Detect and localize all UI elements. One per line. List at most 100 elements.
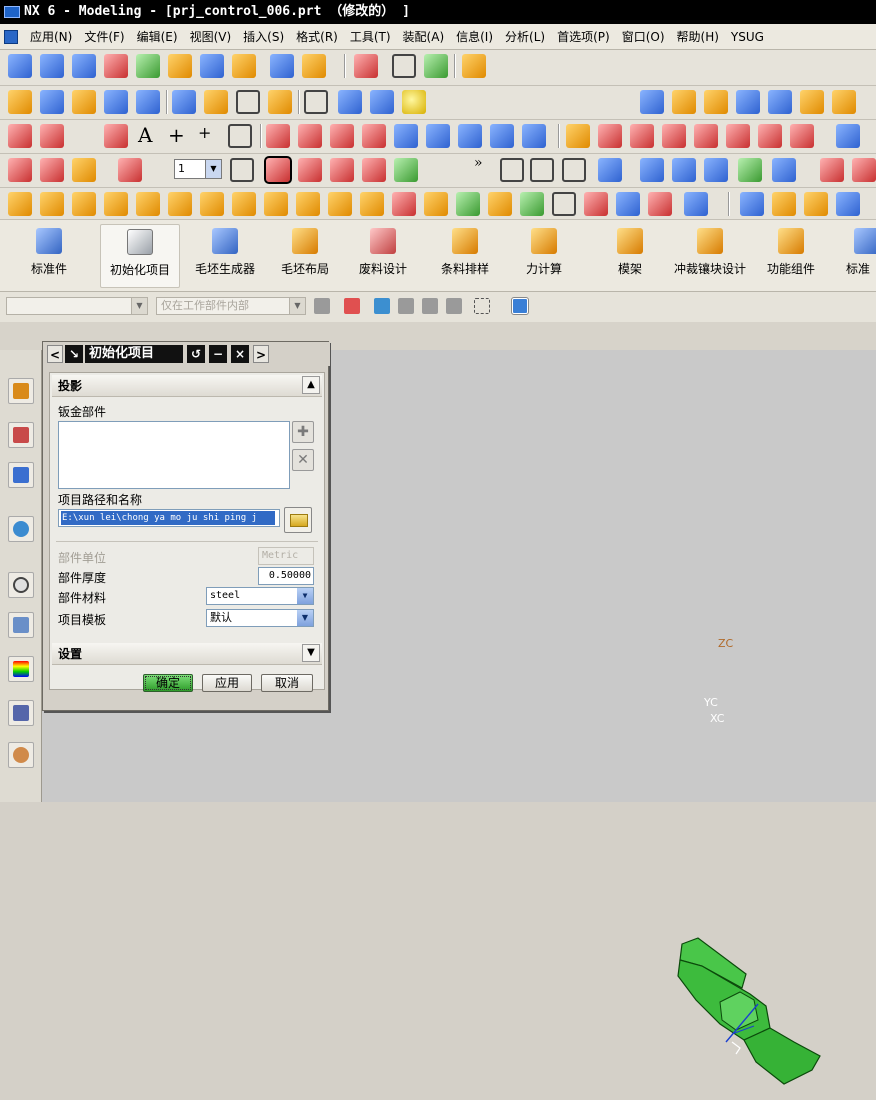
color-palette-tab[interactable]: [8, 656, 34, 682]
snap-point-icon[interactable]: [344, 298, 360, 314]
view-cube-icon[interactable]: [836, 124, 860, 148]
menu-item-edit[interactable]: 编辑(E): [131, 24, 184, 50]
chevron-down-icon[interactable]: ▼: [297, 610, 313, 626]
filter-settings-icon[interactable]: [314, 298, 330, 314]
dialog-arrow-icon[interactable]: ↘: [65, 345, 83, 363]
chevron-up-icon[interactable]: ▲: [302, 376, 320, 394]
top-view-icon[interactable]: [704, 158, 728, 182]
block-icon[interactable]: [172, 90, 196, 114]
pad-icon[interactable]: [268, 90, 292, 114]
cancel-button[interactable]: 取消: [261, 674, 313, 692]
arrow-icon[interactable]: [394, 158, 418, 182]
hole-icon[interactable]: [104, 90, 128, 114]
mesh-surface-icon[interactable]: [72, 54, 96, 78]
sheetmetal-bend-icon[interactable]: [704, 90, 728, 114]
ribbon-strip-layout[interactable]: 条料排样: [432, 224, 498, 288]
ribbon-function-component[interactable]: 功能组件: [760, 224, 822, 288]
rectangle-sheet-icon[interactable]: [392, 54, 416, 78]
die-tool-icon[interactable]: [584, 192, 608, 216]
feature-filter-icon[interactable]: [398, 298, 414, 314]
split-curve-icon[interactable]: [598, 124, 622, 148]
die-tool-icon[interactable]: [40, 192, 64, 216]
length-icon[interactable]: [726, 124, 750, 148]
ribbon-standard-cut[interactable]: 标准: [840, 224, 876, 288]
datum-icon[interactable]: [40, 158, 64, 182]
menu-item-analysis[interactable]: 分析(L): [499, 24, 551, 50]
orient-view-icon[interactable]: [738, 158, 762, 182]
die-tool-icon[interactable]: [520, 192, 544, 216]
bridge-curve-icon[interactable]: [330, 124, 354, 148]
screen-view-icon[interactable]: [562, 158, 586, 182]
minimize-icon[interactable]: −: [209, 345, 227, 363]
die-tool-icon[interactable]: [488, 192, 512, 216]
web-browser-tab[interactable]: [8, 516, 34, 542]
point-set-icon[interactable]: +: [198, 123, 211, 142]
chevron-down-icon[interactable]: ▼: [302, 644, 320, 662]
menu-item-tools[interactable]: 工具(T): [344, 24, 397, 50]
sew-icon[interactable]: [462, 54, 486, 78]
body-filter-icon[interactable]: [422, 298, 438, 314]
die-tool-icon[interactable]: [552, 192, 576, 216]
bounded-plane-icon[interactable]: [354, 54, 378, 78]
extract-curve-icon[interactable]: [458, 124, 482, 148]
cylinder-feature-icon[interactable]: [136, 90, 160, 114]
constraint-icon[interactable]: [298, 158, 322, 182]
browse-folder-button[interactable]: [284, 507, 312, 533]
section-projection-header[interactable]: 投影 ▲: [52, 375, 322, 397]
pocket-icon[interactable]: [236, 90, 260, 114]
die-tool-icon[interactable]: [392, 192, 416, 216]
section-settings-header[interactable]: 设置 ▼: [52, 643, 322, 665]
app-menu-icon[interactable]: [4, 29, 18, 44]
face-filter-icon[interactable]: [446, 298, 462, 314]
wcs-icon[interactable]: [530, 158, 554, 182]
menu-item-format[interactable]: 格式(R): [290, 24, 344, 50]
move-icon[interactable]: [362, 158, 386, 182]
rotate-view-icon[interactable]: [772, 158, 796, 182]
cursor-icon[interactable]: [426, 158, 450, 182]
die-tool-icon[interactable]: [684, 192, 708, 216]
layer-number-box[interactable]: 1 ▼: [174, 159, 222, 179]
part-thickness-input[interactable]: 0.50000: [258, 567, 314, 585]
front-view-icon[interactable]: [672, 158, 696, 182]
ribbon-blank-generator[interactable]: 毛坯生成器: [188, 224, 262, 288]
intersection-curve-icon[interactable]: [394, 124, 418, 148]
cylinder-icon[interactable]: [370, 90, 394, 114]
swept-icon[interactable]: [168, 54, 192, 78]
sheetmetal-rebend-icon[interactable]: [800, 90, 824, 114]
menu-item-application[interactable]: 应用(N): [24, 24, 78, 50]
menu-item-file[interactable]: 文件(F): [78, 24, 130, 50]
grid-surface-icon[interactable]: [200, 54, 224, 78]
edit-curve-icon[interactable]: [790, 124, 814, 148]
die-tool-icon[interactable]: [104, 192, 128, 216]
surface-icon[interactable]: [40, 54, 64, 78]
project-path-input[interactable]: E:\xun lei\chong ya mo ju shi ping j: [58, 509, 280, 527]
extrude-icon[interactable]: [40, 90, 64, 114]
trim-sheet-icon[interactable]: [302, 54, 326, 78]
trim-curve-icon[interactable]: [566, 124, 590, 148]
die-tool-icon[interactable]: [772, 192, 796, 216]
ribbon-standard-part[interactable]: 标准件: [18, 224, 80, 288]
analyze-point-icon[interactable]: [264, 156, 292, 184]
part-navigator-tab[interactable]: [8, 462, 34, 488]
die-tool-icon[interactable]: [296, 192, 320, 216]
render-icon[interactable]: [820, 158, 844, 182]
add-part-button[interactable]: ✚: [292, 421, 314, 443]
chevron-down-icon[interactable]: ▼: [297, 588, 313, 604]
sheetmetal-unbend-icon[interactable]: [768, 90, 792, 114]
offset-curve-icon[interactable]: [298, 124, 322, 148]
sheet-metal-model[interactable]: [662, 930, 842, 1100]
die-tool-icon[interactable]: [360, 192, 384, 216]
system-materials-tab[interactable]: [8, 612, 34, 638]
patch-icon[interactable]: [424, 54, 448, 78]
surface-icon[interactable]: [8, 54, 32, 78]
menu-item-information[interactable]: 信息(I): [450, 24, 499, 50]
close-icon[interactable]: ×: [231, 345, 249, 363]
assembly-navigator-icon[interactable]: [8, 90, 32, 114]
plus-icon[interactable]: +: [168, 123, 185, 147]
ok-button[interactable]: 确定: [143, 674, 193, 692]
die-tool-icon[interactable]: [200, 192, 224, 216]
text-icon[interactable]: A: [138, 123, 152, 147]
combined-curve-icon[interactable]: [490, 124, 514, 148]
menu-item-preferences[interactable]: 首选项(P): [551, 24, 616, 50]
die-tool-icon[interactable]: [456, 192, 480, 216]
